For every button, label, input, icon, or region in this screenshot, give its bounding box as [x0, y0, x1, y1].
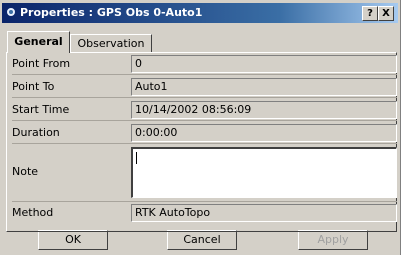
text-caret — [136, 152, 137, 164]
note-textarea[interactable] — [131, 147, 397, 198]
ok-button[interactable]: OK — [38, 230, 108, 250]
start-time-label: Start Time — [12, 103, 70, 116]
tab-general[interactable]: General — [7, 31, 70, 53]
tab-observation[interactable]: Observation — [70, 34, 152, 52]
method-label: Method — [12, 206, 54, 219]
point-from-field[interactable]: 0 — [131, 55, 397, 73]
start-time-field[interactable]: 10/14/2002 08:56:09 — [131, 101, 397, 119]
note-label: Note — [12, 165, 39, 178]
row-divider — [12, 74, 397, 75]
app-icon — [7, 8, 15, 16]
duration-field[interactable]: 0:00:00 — [131, 124, 397, 142]
apply-button[interactable]: Apply — [298, 230, 368, 250]
title-bar[interactable]: Properties : GPS Obs 0-Auto1 ? X — [2, 3, 398, 23]
point-to-field[interactable]: Auto1 — [131, 78, 397, 96]
method-field[interactable]: RTK AutoTopo — [131, 204, 397, 222]
help-button[interactable]: ? — [362, 6, 378, 21]
cancel-button[interactable]: Cancel — [167, 230, 237, 250]
close-button[interactable]: X — [378, 6, 394, 21]
duration-label: Duration — [12, 126, 60, 139]
point-to-label: Point To — [12, 80, 55, 93]
row-divider — [12, 120, 397, 121]
row-divider — [12, 97, 397, 98]
row-divider — [12, 143, 397, 144]
row-divider — [12, 201, 397, 202]
properties-dialog: Properties : GPS Obs 0-Auto1 ? X General… — [0, 0, 401, 255]
point-from-label: Point From — [12, 57, 71, 70]
window-title: Properties : GPS Obs 0-Auto1 — [20, 6, 203, 19]
